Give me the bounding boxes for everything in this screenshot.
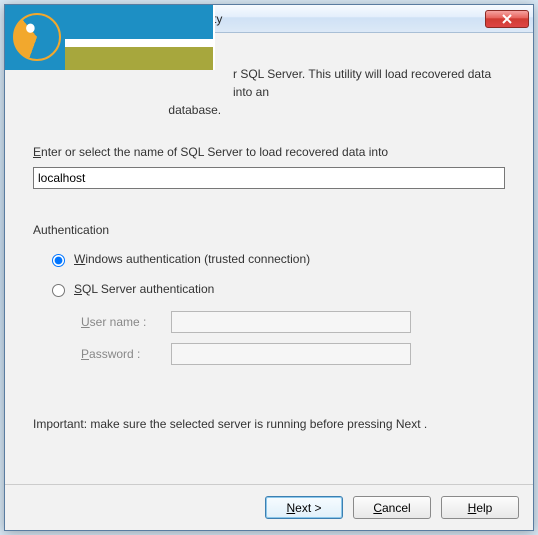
windows-auth-option[interactable]: Windows authentication (trusted connecti… [47, 251, 505, 267]
important-note: Important: make sure the selected server… [33, 417, 505, 431]
close-icon [502, 14, 512, 24]
username-label: User name : [81, 315, 171, 329]
cancel-button[interactable]: Cancel [353, 496, 431, 519]
authentication-section: Authentication Windows authentication (t… [33, 223, 505, 365]
auth-label: Authentication [33, 223, 505, 237]
help-button[interactable]: Help [441, 496, 519, 519]
logo-icon [5, 5, 65, 70]
wizard-window: ility r SQL Server. This utility will lo… [4, 4, 534, 531]
intro-text: r SQL Server. This utility will load rec… [33, 65, 505, 119]
username-input[interactable] [171, 311, 411, 333]
branding-overlay [5, 5, 215, 70]
auth-radio-group: Windows authentication (trusted connecti… [33, 251, 505, 365]
close-button[interactable] [485, 10, 529, 28]
intro-line2: existing or newly created database. [33, 101, 505, 119]
server-name-input[interactable] [33, 167, 505, 189]
password-input[interactable] [171, 343, 411, 365]
server-prompt: Enter or select the name of SQL Server t… [33, 145, 505, 159]
windows-auth-radio[interactable] [52, 254, 65, 267]
prompt-mnemonic: E [33, 145, 41, 159]
password-label: Password : [81, 347, 171, 361]
prompt-text: nter or select the name of SQL Server to… [41, 145, 388, 159]
sql-auth-option[interactable]: SQL Server authentication [47, 281, 505, 297]
intro-line1: r SQL Server. This utility will load rec… [33, 65, 505, 101]
windows-auth-label: Windows authentication (trusted connecti… [74, 252, 310, 266]
footer: Next > Cancel Help [5, 484, 533, 530]
next-button[interactable]: Next > [265, 496, 343, 519]
content-area: r SQL Server. This utility will load rec… [5, 33, 533, 484]
credentials-grid: User name : Password : [47, 311, 505, 365]
brand-stripes [65, 5, 213, 70]
sql-auth-radio[interactable] [52, 284, 65, 297]
sql-auth-label: SQL Server authentication [74, 282, 214, 296]
